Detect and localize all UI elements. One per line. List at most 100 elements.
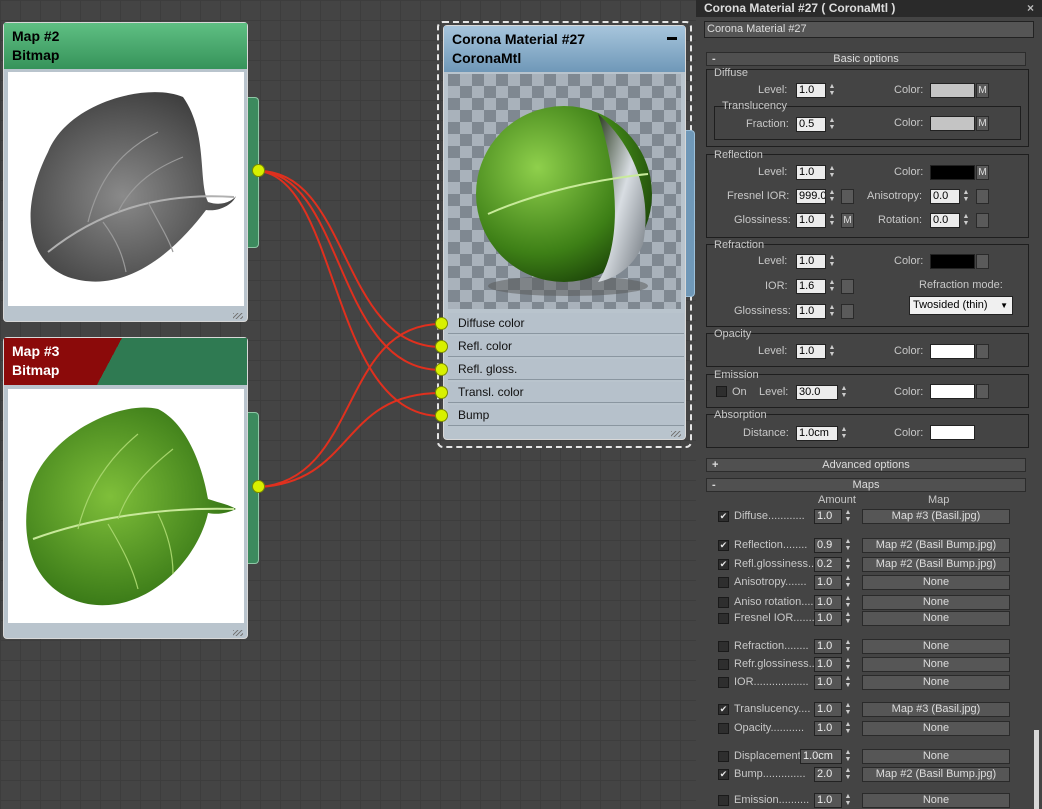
map-amount-spinner[interactable]: ▲ ▼ xyxy=(843,767,853,782)
node-editor-canvas[interactable]: Map #2 Bitmap Map #3 Bitmap Corona Mater… xyxy=(0,0,696,809)
emission-color-swatch[interactable] xyxy=(930,384,975,399)
map-amount-spinner[interactable]: ▲ ▼ xyxy=(843,538,853,553)
map-slot-button[interactable]: Map #2 (Basil Bump.jpg) xyxy=(862,538,1010,553)
diffuse-level-field[interactable]: 1.0 xyxy=(796,83,826,98)
rotation-map-button[interactable] xyxy=(976,213,989,228)
map-checkbox[interactable] xyxy=(718,795,729,806)
fresnel-ior-map-button[interactable] xyxy=(841,189,854,204)
emission-map-button[interactable] xyxy=(976,384,989,399)
slot-refl-color[interactable]: Refl. color xyxy=(448,336,684,357)
node-map2[interactable]: Map #2 Bitmap xyxy=(3,22,248,322)
panel-scrollbar[interactable] xyxy=(1034,730,1039,809)
map-slot-button[interactable]: None xyxy=(862,595,1010,610)
map-amount-field[interactable]: 1.0cm xyxy=(800,749,842,764)
refraction-level-field[interactable]: 1.0 xyxy=(796,254,826,269)
map-amount-field[interactable]: 0.2 xyxy=(814,557,842,572)
map-slot-button[interactable]: None xyxy=(862,721,1010,736)
translucency-color-swatch[interactable] xyxy=(930,116,975,131)
map-slot-button[interactable]: None xyxy=(862,575,1010,590)
map-slot-button[interactable]: None xyxy=(862,749,1010,764)
map-amount-field[interactable]: 1.0 xyxy=(814,675,842,690)
map-slot-button[interactable]: None xyxy=(862,611,1010,626)
refraction-glossiness-map-button[interactable] xyxy=(841,304,854,319)
reflection-map-button[interactable]: M xyxy=(976,165,989,180)
rotation-field[interactable]: 0.0 xyxy=(930,213,960,228)
map3-output-socket[interactable] xyxy=(252,480,265,493)
reflection-color-swatch[interactable] xyxy=(930,165,975,180)
diffuse-color-swatch[interactable] xyxy=(930,83,975,98)
map-checkbox[interactable] xyxy=(718,577,729,588)
slot-diffuse-color[interactable]: Diffuse color xyxy=(448,313,684,334)
rollout-maps[interactable]: - Maps xyxy=(706,478,1026,492)
map-amount-field[interactable]: 2.0 xyxy=(814,767,842,782)
ior-spinner[interactable]: ▲ ▼ xyxy=(827,279,837,294)
fraction-spinner[interactable]: ▲ ▼ xyxy=(827,117,837,132)
absorption-distance-field[interactable]: 1.0cm xyxy=(796,426,838,441)
refraction-glossiness-spinner[interactable]: ▲ ▼ xyxy=(827,304,837,319)
map-checkbox[interactable] xyxy=(718,613,729,624)
map2-header[interactable]: Map #2 Bitmap xyxy=(4,23,247,69)
slot-bump[interactable]: Bump xyxy=(448,405,684,426)
socket-transl-color[interactable] xyxy=(435,386,448,399)
map-amount-field[interactable]: 1.0 xyxy=(814,657,842,672)
map-amount-spinner[interactable]: ▲ ▼ xyxy=(843,557,853,572)
rollout-advanced-options[interactable]: + Advanced options xyxy=(706,458,1026,472)
map-slot-button[interactable]: None xyxy=(862,793,1010,808)
map-slot-button[interactable]: Map #3 (Basil.jpg) xyxy=(862,702,1010,717)
map-slot-button[interactable]: Map #2 (Basil Bump.jpg) xyxy=(862,557,1010,572)
refraction-mode-dropdown[interactable]: Twosided (thin) ▼ xyxy=(909,296,1013,315)
map-amount-spinner[interactable]: ▲ ▼ xyxy=(843,509,853,524)
refraction-glossiness-field[interactable]: 1.0 xyxy=(796,304,826,319)
map-amount-spinner[interactable]: ▲ ▼ xyxy=(843,575,853,590)
map-checkbox[interactable] xyxy=(718,751,729,762)
absorption-color-swatch[interactable] xyxy=(930,425,975,440)
map-checkbox[interactable]: ✔ xyxy=(718,559,729,570)
map-amount-spinner[interactable]: ▲ ▼ xyxy=(843,702,853,717)
map-slot-button[interactable]: None xyxy=(862,639,1010,654)
material-name-field[interactable]: Corona Material #27 xyxy=(704,21,1034,38)
socket-refl-color[interactable] xyxy=(435,340,448,353)
node-map3[interactable]: Map #3 Bitmap xyxy=(3,337,248,639)
diffuse-map-button[interactable]: M xyxy=(976,83,989,98)
emission-level-field[interactable]: 30.0 xyxy=(796,385,838,400)
map-checkbox[interactable]: ✔ xyxy=(718,769,729,780)
fresnel-ior-spinner[interactable]: ▲ ▼ xyxy=(827,189,837,204)
map-slot-button[interactable]: None xyxy=(862,657,1010,672)
map-amount-spinner[interactable]: ▲ ▼ xyxy=(843,749,853,764)
material-header[interactable]: Corona Material #27 CoronaMtl ▬ xyxy=(444,26,685,72)
map-amount-spinner[interactable]: ▲ ▼ xyxy=(843,721,853,736)
map-amount-spinner[interactable]: ▲ ▼ xyxy=(843,611,853,626)
map-amount-spinner[interactable]: ▲ ▼ xyxy=(843,639,853,654)
map-slot-button[interactable]: Map #2 (Basil Bump.jpg) xyxy=(862,767,1010,782)
absorption-distance-spinner[interactable]: ▲ ▼ xyxy=(839,426,849,441)
map-amount-spinner[interactable]: ▲ ▼ xyxy=(843,675,853,690)
map-slot-button[interactable]: Map #3 (Basil.jpg) xyxy=(862,509,1010,524)
emission-level-spinner[interactable]: ▲ ▼ xyxy=(839,385,849,400)
map-amount-field[interactable]: 1.0 xyxy=(814,793,842,808)
map-checkbox[interactable] xyxy=(718,641,729,652)
slot-refl-gloss[interactable]: Refl. gloss. xyxy=(448,359,684,380)
map-slot-button[interactable]: None xyxy=(862,675,1010,690)
map-checkbox[interactable]: ✔ xyxy=(718,704,729,715)
map3-header[interactable]: Map #3 Bitmap xyxy=(4,338,247,385)
map-amount-field[interactable]: 0.9 xyxy=(814,538,842,553)
map-checkbox[interactable]: ✔ xyxy=(718,511,729,522)
rollout-basic-options[interactable]: - Basic options xyxy=(706,52,1026,66)
anisotropy-field[interactable]: 0.0 xyxy=(930,189,960,204)
socket-refl-gloss[interactable] xyxy=(435,363,448,376)
map2-output-socket[interactable] xyxy=(252,164,265,177)
map-amount-field[interactable]: 1.0 xyxy=(814,639,842,654)
reflection-level-field[interactable]: 1.0 xyxy=(796,165,826,180)
refraction-color-swatch[interactable] xyxy=(930,254,975,269)
opacity-level-spinner[interactable]: ▲ ▼ xyxy=(827,344,837,359)
diffuse-level-spinner[interactable]: ▲ ▼ xyxy=(827,83,837,98)
reflection-glossiness-map-button[interactable]: M xyxy=(841,213,854,228)
opacity-color-swatch[interactable] xyxy=(930,344,975,359)
reflection-glossiness-field[interactable]: 1.0 xyxy=(796,213,826,228)
ior-map-button[interactable] xyxy=(841,279,854,294)
map-amount-spinner[interactable]: ▲ ▼ xyxy=(843,595,853,610)
map-checkbox[interactable] xyxy=(718,659,729,670)
refraction-level-spinner[interactable]: ▲ ▼ xyxy=(827,254,837,269)
map-amount-field[interactable]: 1.0 xyxy=(814,702,842,717)
opacity-level-field[interactable]: 1.0 xyxy=(796,344,826,359)
